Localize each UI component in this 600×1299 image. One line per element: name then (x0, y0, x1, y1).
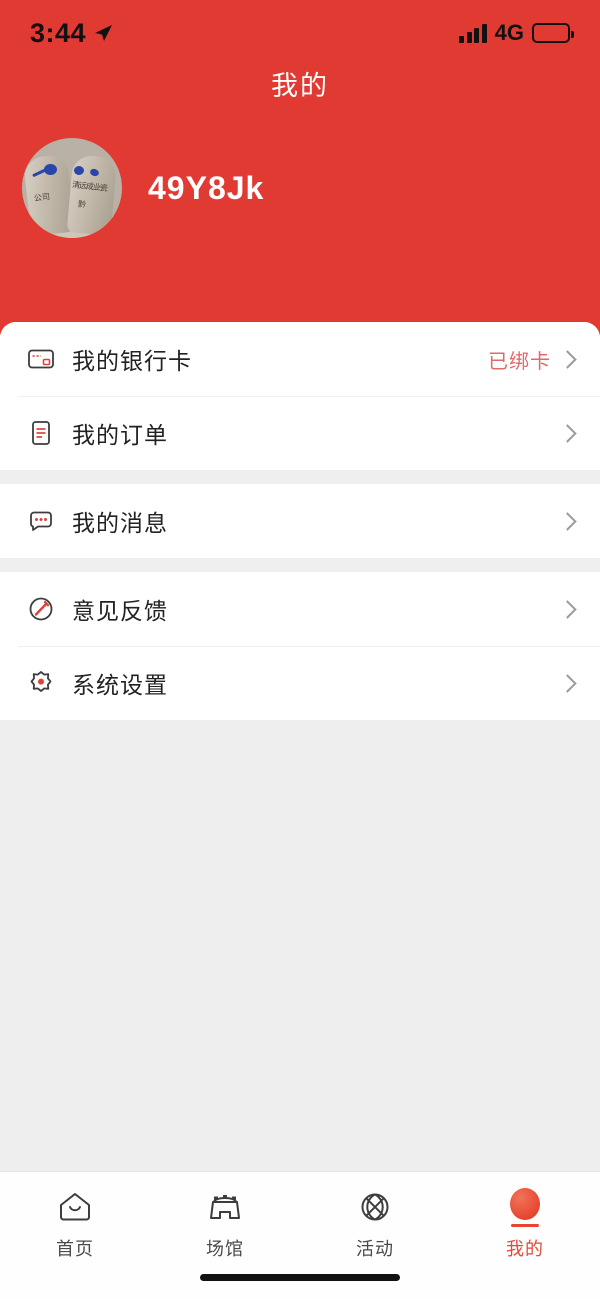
chevron-right-icon (558, 673, 577, 693)
status-bar-left: 3:44 (30, 18, 114, 49)
menu-group: 我的消息 (0, 484, 600, 558)
tab-venue[interactable]: 场馆 (150, 1186, 300, 1261)
home-indicator (200, 1274, 400, 1281)
user-avatar-photo[interactable]: 公司 清远成业瓷 黔 (22, 138, 122, 238)
username: 49Y8Jk (148, 169, 265, 206)
group-separator (0, 470, 600, 484)
app-screen: 3:44 4G 我的 公司 清远成业瓷 黔 49Y8Jk 我的银行卡 已绑卡 我… (0, 0, 600, 1299)
menu-item-settings[interactable]: 系统设置 (0, 646, 600, 720)
tab-activity[interactable]: 活动 (300, 1186, 450, 1261)
home-house-icon (54, 1186, 96, 1228)
menu-item-label: 意见反馈 (72, 598, 168, 624)
activity-basketball-icon (354, 1186, 396, 1228)
page-title: 我的 (271, 71, 329, 101)
menu-item-feedback[interactable]: 意见反馈 (0, 572, 600, 646)
mine-person-icon (510, 1186, 540, 1228)
tab-home[interactable]: 首页 (0, 1186, 150, 1261)
profile-block[interactable]: 公司 清远成业瓷 黔 49Y8Jk (22, 138, 264, 238)
menu-item-label: 我的消息 (72, 510, 168, 536)
tab-label: 首页 (56, 1239, 94, 1259)
chevron-right-icon (558, 349, 577, 369)
menu-item-messages[interactable]: 我的消息 (0, 484, 600, 558)
menu-group: 我的银行卡 已绑卡 我的订单 (0, 322, 600, 470)
chevron-right-icon (558, 511, 577, 531)
menu-item-label: 我的订单 (72, 422, 168, 448)
venue-stadium-icon (204, 1186, 246, 1228)
menu-group: 意见反馈 系统设置 (0, 572, 600, 720)
menu-item-label: 我的银行卡 (72, 348, 192, 374)
tab-label: 活动 (356, 1239, 394, 1259)
menu-card: 我的银行卡 已绑卡 我的订单 我的消息 意见反馈 系统设置 (0, 322, 600, 720)
tab-label: 我的 (506, 1239, 544, 1259)
settings-gear-icon (18, 668, 64, 698)
chevron-right-icon (558, 599, 577, 619)
network-label: 4G (494, 20, 524, 45)
message-bubble-icon (18, 506, 64, 536)
menu-item-bank-card[interactable]: 我的银行卡 已绑卡 (0, 322, 600, 396)
location-arrow-icon (95, 25, 113, 41)
feedback-pencil-icon (18, 594, 64, 624)
group-separator (0, 558, 600, 572)
signal-bars-icon (459, 23, 487, 43)
bank-card-status-badge: 已绑卡 (488, 350, 551, 373)
status-bar: 3:44 4G (0, 0, 600, 66)
order-list-icon (18, 418, 64, 448)
status-time: 3:44 (30, 17, 87, 48)
status-bar-right: 4G (459, 20, 574, 46)
tab-label: 场馆 (206, 1239, 244, 1259)
profile-header: 3:44 4G 我的 公司 清远成业瓷 黔 49Y8Jk (0, 0, 600, 340)
battery-full-icon (532, 23, 574, 43)
menu-item-label: 系统设置 (72, 672, 168, 698)
bank-card-icon (18, 344, 64, 374)
chevron-right-icon (558, 423, 577, 443)
tab-mine[interactable]: 我的 (450, 1186, 600, 1261)
menu-item-orders[interactable]: 我的订单 (0, 396, 600, 470)
